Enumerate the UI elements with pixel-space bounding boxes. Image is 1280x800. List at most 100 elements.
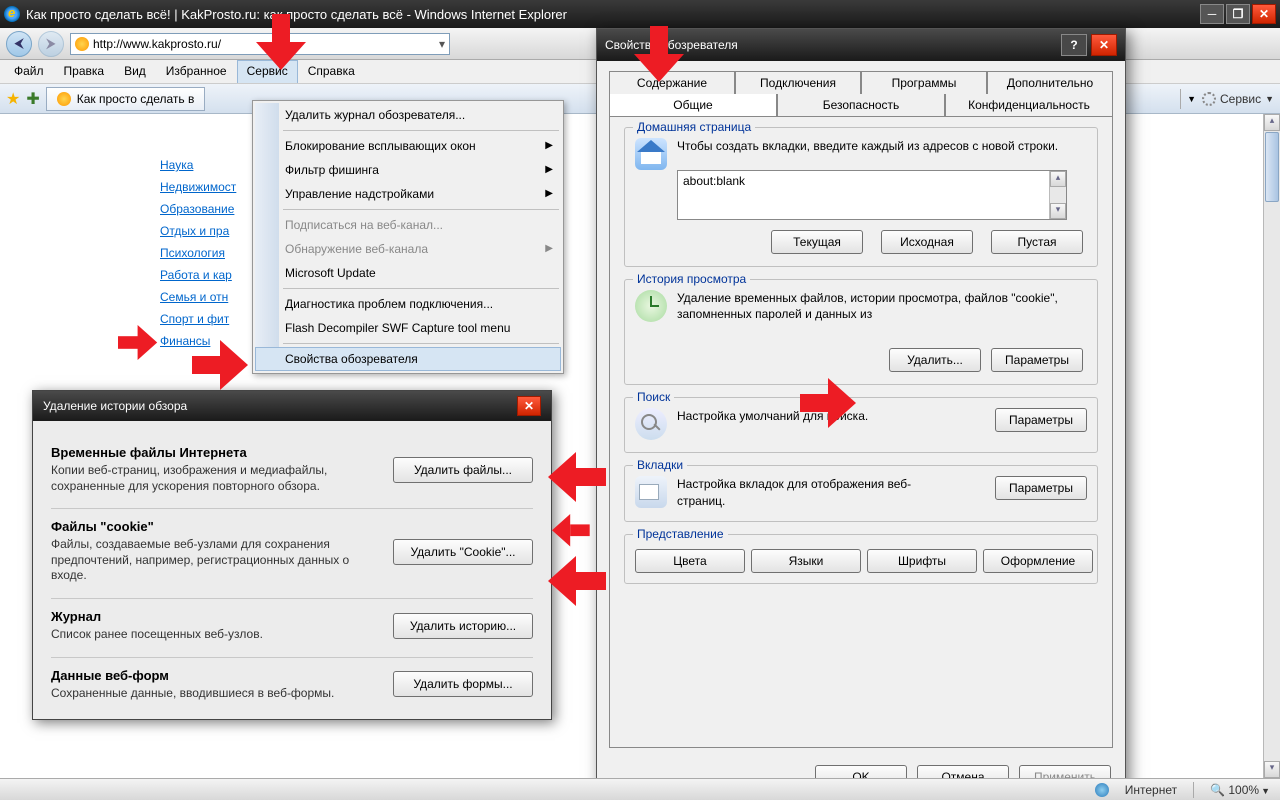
section-history: Журнал Список ранее посещенных веб-узлов.…	[51, 599, 533, 658]
homepage-desc: Чтобы создать вкладки, введите каждый из…	[635, 138, 1087, 154]
submenu-arrow-icon: ▶	[545, 164, 553, 175]
window-titlebar: Как просто сделать всё! | KakProsto.ru: …	[0, 0, 1280, 28]
group-history: История просмотра Удаление временных фай…	[624, 279, 1098, 385]
menu-popup-blocker[interactable]: Блокирование всплывающих окон▶	[255, 134, 561, 158]
delete-history-dialog: Удаление истории обзора ✕ Временные файл…	[32, 390, 552, 720]
delete-files-button[interactable]: Удалить файлы...	[393, 457, 533, 483]
menu-flash-decompiler[interactable]: Flash Decompiler SWF Capture tool menu	[255, 316, 561, 340]
submenu-arrow-icon: ▶	[545, 243, 553, 254]
homepage-value: about:blank	[683, 174, 745, 188]
menu-connection-diag[interactable]: Диагностика проблем подключения...	[255, 292, 561, 316]
menu-separator	[283, 130, 559, 131]
history-settings-button[interactable]: Параметры	[991, 348, 1083, 372]
home-icon	[635, 138, 667, 170]
colors-button[interactable]: Цвета	[635, 549, 745, 573]
menu-manage-addons[interactable]: Управление надстройками▶	[255, 182, 561, 206]
dialog-close-button[interactable]: ✕	[1091, 34, 1117, 56]
service-dropdown: Удалить журнал обозревателя... Блокирова…	[252, 100, 564, 374]
url-text: http://www.kakprosto.ru/	[93, 37, 221, 51]
help-button[interactable]: ?	[1061, 34, 1087, 56]
window-title: Как просто сделать всё! | KakProsto.ru: …	[26, 7, 1200, 22]
menu-delete-history[interactable]: Удалить журнал обозревателя...	[255, 103, 561, 127]
url-dropdown-icon[interactable]: ▾	[439, 37, 445, 51]
tab-connections[interactable]: Подключения	[735, 71, 861, 94]
browser-tab[interactable]: Как просто сделать в	[46, 87, 206, 111]
textarea-scrollbar[interactable]: ▴▾	[1049, 171, 1066, 219]
add-favorite-icon[interactable]: ✚	[26, 89, 39, 109]
search-settings-button[interactable]: Параметры	[995, 408, 1087, 432]
internet-options-dialog: Свойства обозревателя ? ✕ Содержание Под…	[596, 28, 1126, 800]
menu-edit[interactable]: Правка	[54, 60, 115, 83]
dialog-title: Удаление истории обзора	[43, 399, 187, 413]
menu-favorites[interactable]: Избранное	[156, 60, 237, 83]
minimize-button[interactable]: ─	[1200, 4, 1224, 24]
menu-help[interactable]: Справка	[298, 60, 365, 83]
submenu-arrow-icon: ▶	[545, 188, 553, 199]
window-close-button[interactable]: ✕	[1252, 4, 1276, 24]
tab-security[interactable]: Безопасность	[777, 94, 945, 116]
section-desc: Копии веб-страниц, изображения и медиафа…	[51, 463, 377, 494]
menu-microsoft-update[interactable]: Microsoft Update	[255, 261, 561, 285]
scroll-thumb[interactable]	[1265, 132, 1279, 202]
section-heading: Временные файлы Интернета	[51, 445, 377, 460]
dialog-close-button[interactable]: ✕	[517, 396, 541, 416]
scroll-down-icon[interactable]: ▾	[1264, 761, 1280, 778]
group-legend: Поиск	[633, 390, 674, 404]
section-heading: Журнал	[51, 609, 377, 624]
menu-phishing-filter[interactable]: Фильтр фишинга▶	[255, 158, 561, 182]
use-blank-button[interactable]: Пустая	[991, 230, 1083, 254]
languages-button[interactable]: Языки	[751, 549, 861, 573]
dialog-titlebar: Свойства обозревателя ? ✕	[597, 29, 1125, 61]
section-heading: Файлы "cookie"	[51, 519, 377, 534]
use-default-button[interactable]: Исходная	[881, 230, 973, 254]
delete-cookies-button[interactable]: Удалить "Cookie"...	[393, 539, 533, 565]
menu-feed-discovery: Обнаружение веб-канала▶	[255, 237, 561, 261]
tab-privacy[interactable]: Конфиденциальность	[945, 94, 1113, 116]
favorites-star-icon[interactable]: ★	[6, 89, 20, 109]
use-current-button[interactable]: Текущая	[771, 230, 863, 254]
tab-advanced[interactable]: Дополнительно	[987, 71, 1113, 94]
accessibility-button[interactable]: Оформление	[983, 549, 1093, 573]
menu-file[interactable]: Файл	[4, 60, 54, 83]
section-heading: Данные веб-форм	[51, 668, 377, 683]
tabs-icon	[635, 476, 667, 508]
section-temp-files: Временные файлы Интернета Копии веб-стран…	[51, 435, 533, 509]
scroll-up-icon[interactable]: ▴	[1264, 114, 1280, 131]
menu-view[interactable]: Вид	[114, 60, 156, 83]
delete-history-btn[interactable]: Удалить историю...	[393, 613, 533, 639]
group-legend: Вкладки	[633, 458, 687, 472]
homepage-textarea[interactable]: about:blank ▴▾	[677, 170, 1067, 220]
menu-service[interactable]: Сервис	[237, 60, 298, 83]
group-search: Поиск Настройка умолчаний для поиска. Па…	[624, 397, 1098, 453]
section-cookies: Файлы "cookie"Файлы, создаваемые веб-узл…	[51, 509, 533, 599]
dialog-titlebar: Удаление истории обзора ✕	[33, 391, 551, 421]
group-homepage: Домашняя страница Чтобы создать вкладки,…	[624, 127, 1098, 267]
tab-label: Как просто сделать в	[77, 92, 195, 106]
tab-general[interactable]: Общие	[609, 94, 777, 116]
delete-history-button[interactable]: Удалить...	[889, 348, 981, 372]
maximize-button[interactable]: ❐	[1226, 4, 1250, 24]
menu-subscribe-feed: Подписаться на веб-канал...	[255, 213, 561, 237]
page-scrollbar[interactable]: ▴ ▾	[1263, 114, 1280, 778]
section-desc: Сохраненные данные, вводившиеся в веб-фо…	[51, 686, 377, 702]
group-legend: История просмотра	[633, 272, 750, 286]
zoom-control[interactable]: 🔍 100%▼	[1210, 783, 1270, 797]
tab-programs[interactable]: Программы	[861, 71, 987, 94]
search-icon	[635, 408, 667, 440]
group-legend: Домашняя страница	[633, 120, 755, 134]
fonts-button[interactable]: Шрифты	[867, 549, 977, 573]
tab-content[interactable]: Содержание	[609, 71, 735, 94]
tools-menu-button[interactable]: Сервис ▼	[1202, 92, 1274, 106]
tabs-settings-button[interactable]: Параметры	[995, 476, 1087, 500]
forward-button[interactable]: ⮞	[38, 31, 64, 57]
tab-strip: Содержание Подключения Программы Дополни…	[597, 61, 1125, 116]
address-bar[interactable]: http://www.kakprosto.ru/ ▾	[70, 33, 450, 55]
chevron-down-icon[interactable]: ▼	[1187, 94, 1196, 104]
delete-forms-button[interactable]: Удалить формы...	[393, 671, 533, 697]
tools-label: Сервис	[1220, 92, 1261, 106]
menu-internet-options[interactable]: Свойства обозревателя	[255, 347, 561, 371]
back-button[interactable]: ⮜	[6, 31, 32, 57]
section-desc: Список ранее посещенных веб-узлов.	[51, 627, 377, 643]
menu-separator	[283, 209, 559, 210]
status-bar: Интернет 🔍 100%▼	[0, 778, 1280, 800]
